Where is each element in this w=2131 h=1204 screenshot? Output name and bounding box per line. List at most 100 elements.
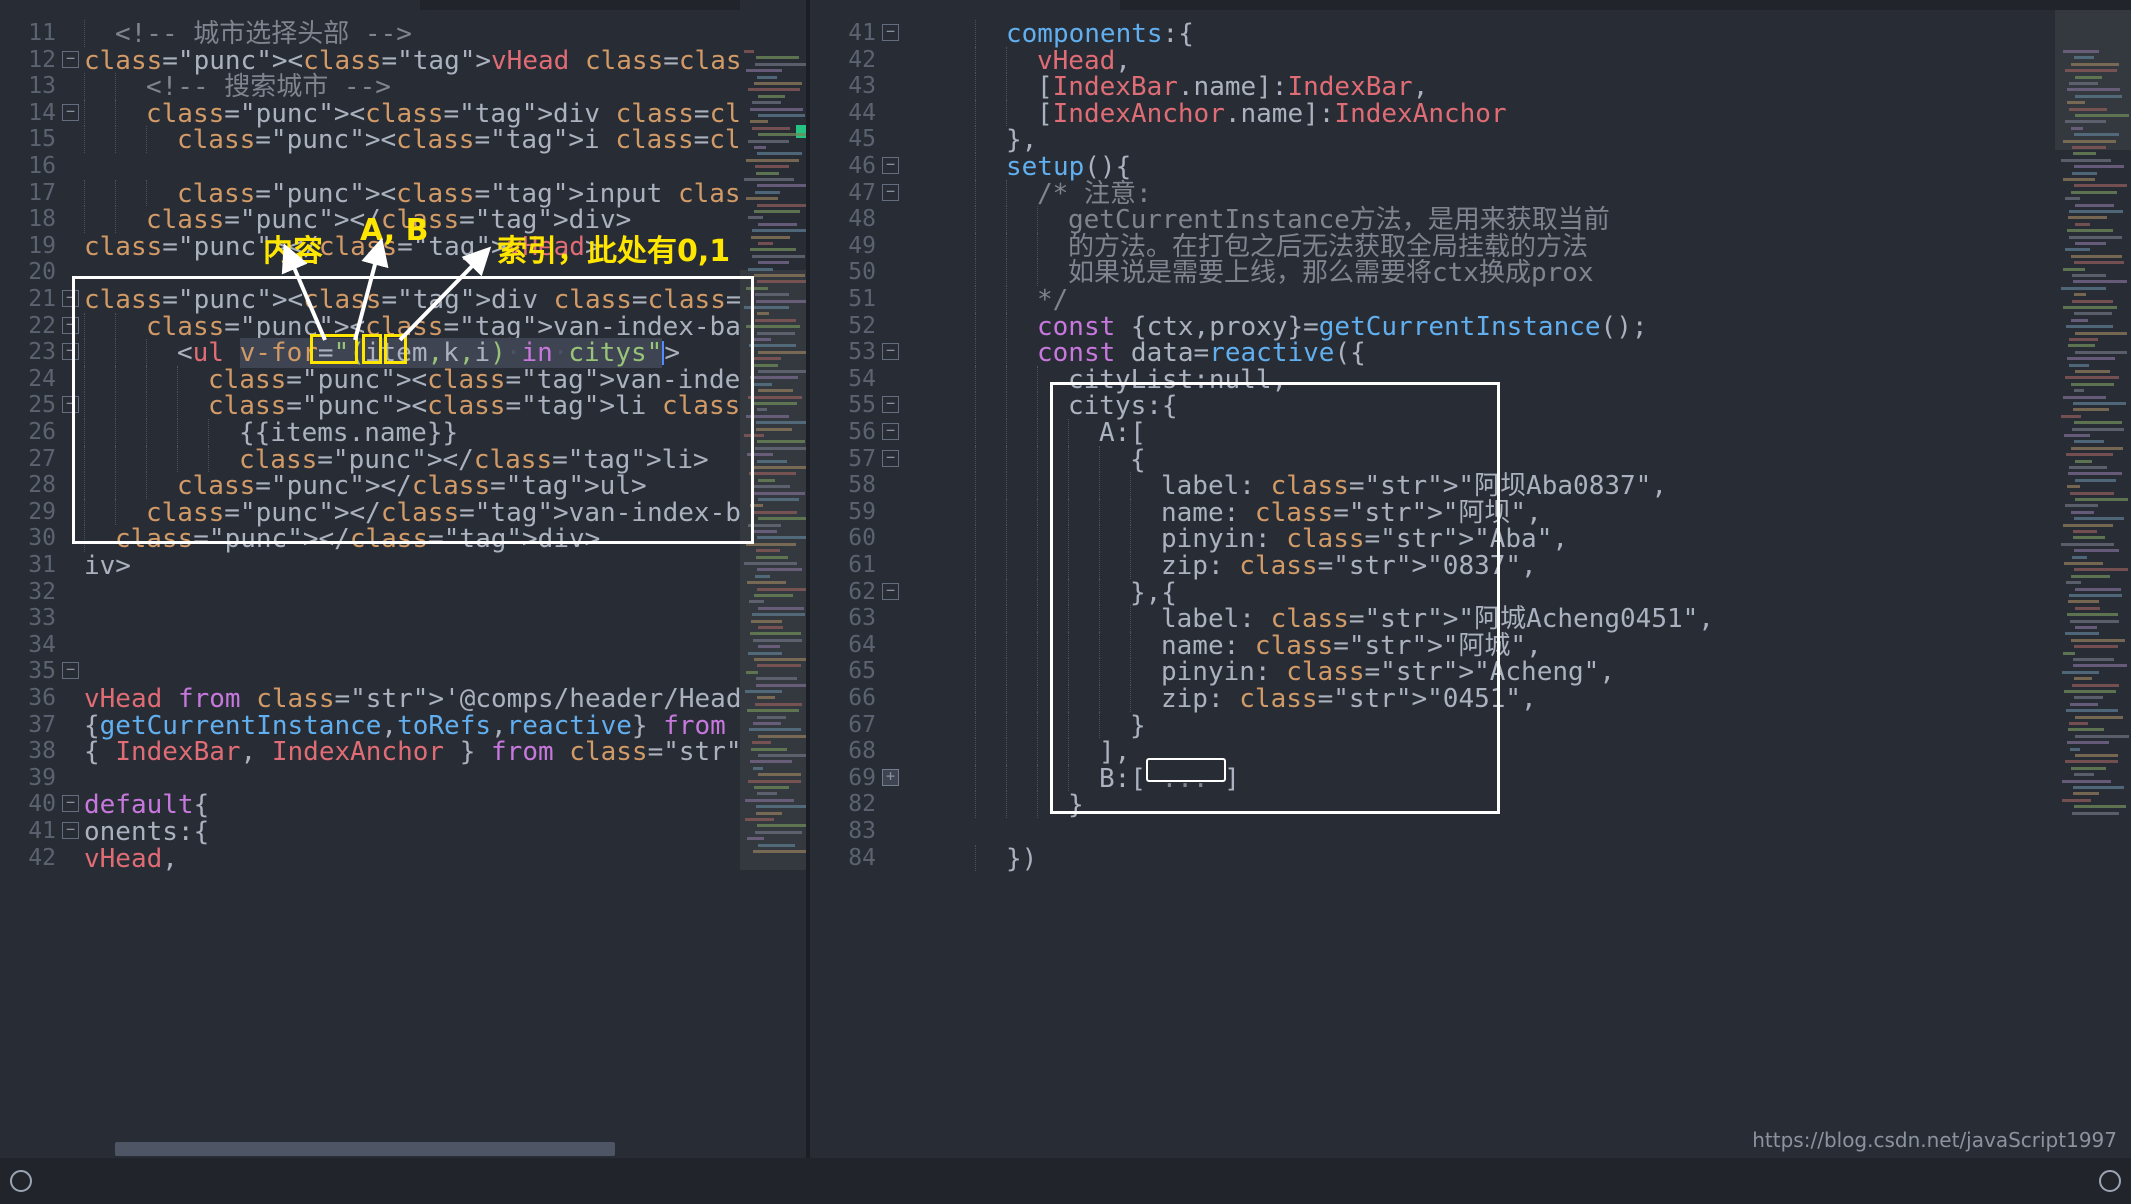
minimap-line	[2073, 152, 2096, 156]
minimap-line	[754, 658, 808, 661]
indent-guide	[1006, 791, 1007, 818]
minimap-line	[2072, 658, 2115, 661]
minimap-line	[750, 120, 768, 124]
minimap-line	[757, 331, 795, 335]
code-line[interactable]: class="punc"><class="tag">input class=cl…	[0, 181, 740, 207]
minimap-line	[2063, 178, 2095, 181]
minimap-line	[2062, 779, 2112, 783]
indent-guide	[1037, 764, 1038, 792]
indent-guide	[84, 73, 85, 100]
indent-guide	[975, 365, 976, 393]
code-line[interactable]: vHead,	[0, 846, 178, 872]
code-line[interactable]: [IndexAnchor.name]:IndexAnchor	[810, 101, 1507, 127]
minimap-line	[748, 267, 773, 271]
minimap-line	[756, 696, 775, 700]
minimap-line	[2074, 203, 2115, 207]
code-line[interactable]	[0, 633, 84, 659]
indent-guide	[1006, 179, 1007, 207]
code-line[interactable]: 如果说是需要上线，那么需要将ctx换成prox	[810, 260, 1594, 286]
code-line[interactable]: components:{	[810, 21, 1194, 47]
minimap-line	[2074, 498, 2129, 501]
minimap-line	[756, 811, 783, 815]
minimap-line	[752, 638, 803, 642]
code-line[interactable]: }	[810, 792, 1084, 818]
indent-guide	[975, 286, 976, 313]
indent-guide	[1037, 711, 1038, 739]
minimap-line	[750, 248, 797, 252]
minimap-line	[2074, 645, 2119, 649]
code-line[interactable]: iv>	[0, 553, 131, 579]
code-line[interactable]: const data=reactive({	[810, 340, 1366, 366]
minimap-line	[2074, 587, 2121, 591]
indent-guide	[84, 179, 85, 207]
code-line[interactable]: 的方法。在打包之后无法获取全局挂载的方法	[810, 234, 1588, 260]
code-line[interactable]	[0, 154, 84, 180]
minimap-line	[2071, 382, 2114, 386]
code-line[interactable]: const {ctx,proxy}=getCurrentInstance();	[810, 314, 1648, 340]
code-line[interactable]: vHead from class="str">'@comps/header/He…	[0, 686, 740, 712]
status-problems[interactable]	[0, 1170, 42, 1192]
left-editor-pane[interactable]: 11 12−13 14−15 16 17 18 19 20 21−22−23−24 25−26 27…	[0, 10, 740, 1158]
minimap-line	[745, 798, 795, 802]
indent-guide	[975, 605, 976, 632]
minimap-line	[2074, 440, 2104, 444]
left-minimap[interactable]	[740, 10, 810, 1158]
code-line[interactable]: class="punc"><class="tag">vHead class=cl…	[0, 48, 740, 74]
minimap-line	[2072, 786, 2125, 789]
minimap-line	[744, 50, 754, 53]
code-line[interactable]	[0, 606, 84, 632]
code-line[interactable]: },	[810, 127, 1037, 153]
code-line[interactable]: setup(){	[810, 154, 1131, 180]
annotation-label-ab: A, B	[360, 213, 429, 248]
code-line[interactable]: class="punc"><class="tag">div class=clas…	[0, 101, 740, 127]
code-line[interactable]: getCurrentInstance方法，是用来获取当前	[810, 207, 1610, 233]
code-line[interactable]: class="punc"><class="tag">i class=class=…	[0, 127, 740, 153]
minimap-line	[752, 101, 782, 105]
minimap-line	[757, 133, 810, 137]
code-line[interactable]	[0, 659, 84, 685]
status-right-group[interactable]	[2089, 1170, 2131, 1192]
indent-guide	[1006, 525, 1007, 552]
code-line[interactable]: */	[810, 287, 1068, 313]
minimap-line	[2067, 600, 2099, 604]
code-line[interactable]	[810, 819, 975, 845]
code-line[interactable]: { IndexBar, IndexAnchor } from class="st…	[0, 739, 740, 765]
code-line[interactable]: default{	[0, 792, 209, 818]
code-line[interactable]: <!-- 城市选择头部 -->	[0, 21, 412, 47]
code-line[interactable]	[0, 580, 84, 606]
indent-guide	[84, 126, 85, 153]
minimap-line	[2074, 56, 2095, 60]
watermark-url: https://blog.csdn.net/javaScript1997	[1752, 1128, 2117, 1152]
minimap-line	[756, 427, 792, 431]
right-active-tab[interactable]	[810, 0, 1120, 10]
minimap-line	[757, 370, 810, 373]
code-line[interactable]: vHead,	[810, 48, 1131, 74]
indent-guide	[975, 552, 976, 579]
minimap-line	[2066, 613, 2118, 617]
code-line[interactable]: /* 注意:	[810, 181, 1152, 207]
right-minimap[interactable]	[2055, 10, 2131, 1158]
minimap-line	[757, 114, 806, 117]
minimap-line	[751, 485, 790, 489]
bell-icon	[2099, 1170, 2121, 1192]
code-line[interactable]: {getCurrentInstance,toRefs,reactive} fro…	[0, 713, 740, 739]
code-line[interactable]	[0, 766, 84, 792]
indent-guide	[975, 179, 976, 207]
code-line[interactable]: })	[810, 846, 1037, 872]
code-line[interactable]: onents:{	[0, 819, 209, 845]
minimap-line	[2061, 286, 2106, 290]
code-line[interactable]: [IndexBar.name]:IndexBar,	[810, 74, 1428, 100]
minimap-line	[2070, 190, 2117, 194]
indent-guide	[1037, 791, 1038, 818]
minimap-line	[757, 664, 802, 668]
left-hscrollbar[interactable]	[115, 1142, 615, 1156]
minimap-line	[755, 805, 808, 809]
right-minimap-slider[interactable]	[2055, 10, 2131, 150]
minimap-line	[2069, 619, 2120, 623]
minimap-line	[2073, 677, 2092, 681]
left-active-tab[interactable]	[0, 0, 420, 10]
code-line[interactable]: <!-- 搜索城市 -->	[0, 74, 391, 100]
minimap-line	[2067, 728, 2104, 732]
indent-guide	[975, 685, 976, 712]
minimap-line	[752, 229, 807, 233]
